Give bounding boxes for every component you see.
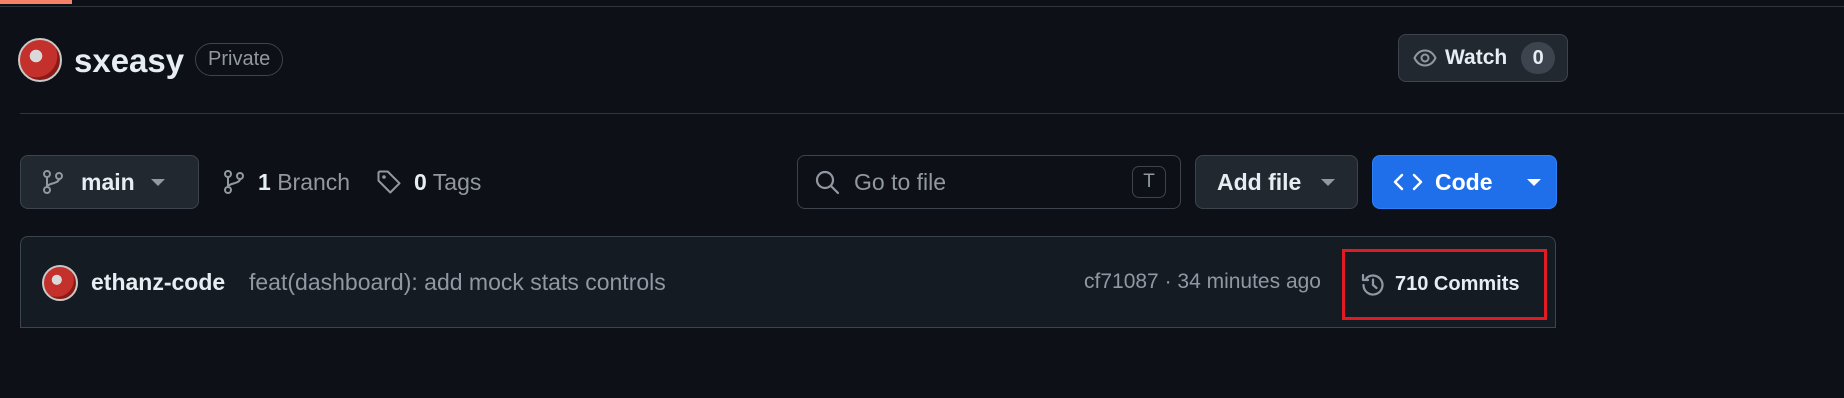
tag-icon xyxy=(376,169,402,195)
top-accent-bar xyxy=(0,0,72,4)
git-branch-icon xyxy=(222,169,246,195)
commit-message[interactable]: feat(dashboard): add mock stats controls xyxy=(249,264,666,300)
branch-selector-button[interactable]: main xyxy=(20,155,199,209)
commit-author-avatar[interactable] xyxy=(42,265,78,301)
commits-history-link[interactable]: 710 Commits xyxy=(1342,249,1547,320)
chevron-down-icon xyxy=(1526,178,1541,186)
header-divider xyxy=(0,6,1844,7)
commit-author[interactable]: ethanz-code xyxy=(91,264,225,300)
tags-link[interactable]: 0 Tags xyxy=(376,160,481,204)
add-file-label: Add file xyxy=(1217,168,1302,195)
history-icon xyxy=(1359,271,1387,299)
chevron-down-icon xyxy=(150,178,165,186)
watch-button[interactable]: Watch 0 xyxy=(1398,34,1568,82)
owner-avatar[interactable] xyxy=(18,38,62,82)
add-file-button[interactable]: Add file xyxy=(1195,155,1358,209)
visibility-badge: Private xyxy=(195,43,284,76)
branch-name: main xyxy=(81,168,135,195)
search-placeholder: Go to file xyxy=(854,168,947,195)
chevron-down-icon xyxy=(1321,178,1336,186)
search-icon xyxy=(814,169,840,195)
go-to-file-search-input[interactable]: Go to file T xyxy=(797,155,1181,209)
commit-hash-and-time[interactable]: cf71087 · 34 minutes ago xyxy=(1084,264,1321,300)
tag-count: 0 xyxy=(414,168,427,195)
watch-count: 0 xyxy=(1521,42,1556,74)
code-button[interactable]: Code xyxy=(1372,155,1557,209)
git-branch-icon xyxy=(41,169,65,195)
section-divider xyxy=(20,113,1844,114)
code-label: Code xyxy=(1435,168,1493,195)
code-icon xyxy=(1393,170,1423,194)
repo-name[interactable]: sxeasy xyxy=(74,38,184,84)
keyboard-shortcut-hint: T xyxy=(1132,166,1166,198)
tag-label: Tags xyxy=(432,168,482,195)
eye-icon xyxy=(1413,46,1437,70)
branch-count: 1 xyxy=(258,168,271,195)
watch-label: Watch xyxy=(1445,46,1508,69)
branches-link[interactable]: 1 Branch xyxy=(222,160,350,204)
branch-label: Branch xyxy=(277,168,351,195)
commits-count-label: 710 Commits xyxy=(1395,273,1520,295)
